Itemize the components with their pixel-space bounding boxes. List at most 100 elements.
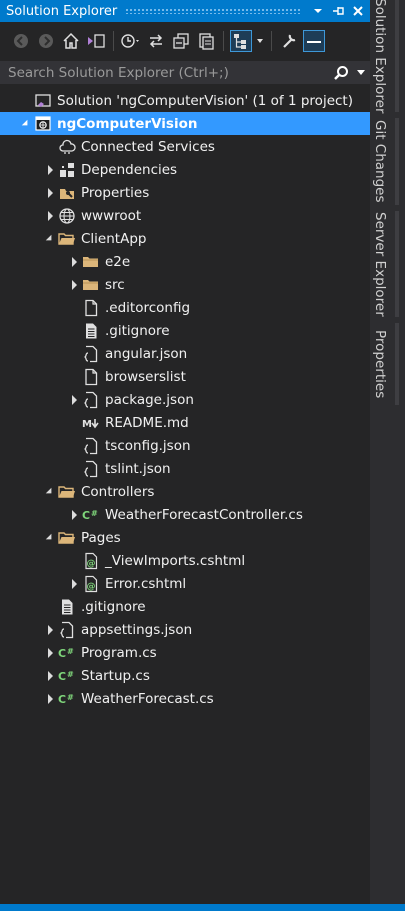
- title-bar[interactable]: Solution Explorer: [0, 0, 370, 22]
- show-all-files-button[interactable]: [195, 30, 217, 52]
- side-tab-solution-explorer[interactable]: Solution Explorer: [370, 0, 399, 114]
- tree-item-label: Solution 'ngComputerVision' (1 of 1 proj…: [57, 92, 353, 109]
- collapse-arrow-icon[interactable]: [42, 231, 58, 247]
- expand-arrow-icon[interactable]: [66, 392, 82, 408]
- window-options-button[interactable]: [310, 3, 326, 19]
- expand-arrow-icon[interactable]: [42, 645, 58, 661]
- svg-text:C: C: [58, 693, 66, 706]
- tree-view-toggle-button[interactable]: [230, 30, 252, 52]
- switch-views-button[interactable]: [85, 30, 107, 52]
- tree-item-label: Connected Services: [81, 138, 215, 155]
- tree-item[interactable]: package.json: [0, 388, 370, 411]
- expand-arrow-icon[interactable]: [42, 162, 58, 178]
- side-tab-git-changes[interactable]: Git Changes: [370, 118, 399, 205]
- pending-changes-filter-button[interactable]: [120, 30, 142, 52]
- expand-arrow-icon[interactable]: [42, 185, 58, 201]
- tree-item[interactable]: tslint.json: [0, 457, 370, 480]
- dependencies-icon: [58, 161, 76, 179]
- tree-item[interactable]: e2e: [0, 250, 370, 273]
- tree-item-label: e2e: [105, 253, 131, 270]
- side-tab-server-explorer[interactable]: Server Explorer: [370, 211, 399, 317]
- expand-arrow-icon[interactable]: [66, 277, 82, 293]
- toolbar: [0, 26, 370, 56]
- tree-item[interactable]: ClientApp: [0, 227, 370, 250]
- properties-button[interactable]: [278, 30, 300, 52]
- json-icon: [82, 391, 100, 409]
- tree-item[interactable]: wwwroot: [0, 204, 370, 227]
- tree-item-label: src: [105, 276, 125, 293]
- svg-text:#: #: [67, 647, 74, 656]
- expand-arrow-icon[interactable]: [42, 208, 58, 224]
- home-icon: [63, 32, 79, 49]
- search-options-button[interactable]: [352, 69, 370, 76]
- side-tab-indicator: [395, 323, 399, 405]
- tree-item[interactable]: Properties: [0, 181, 370, 204]
- tree-item[interactable]: tsconfig.json: [0, 434, 370, 457]
- expand-arrow-icon[interactable]: [66, 576, 82, 592]
- back-button[interactable]: [10, 30, 32, 52]
- expand-arrow-icon[interactable]: [66, 507, 82, 523]
- tree-item[interactable]: C # Program.cs: [0, 641, 370, 664]
- expand-arrow-icon[interactable]: [42, 668, 58, 684]
- switch-views-icon: [88, 34, 105, 48]
- preview-selected-items-button[interactable]: [303, 30, 325, 52]
- collapse-arrow-icon[interactable]: [42, 484, 58, 500]
- expand-arrow-icon[interactable]: [42, 691, 58, 707]
- tree-item[interactable]: Controllers: [0, 480, 370, 503]
- file-icon: [82, 368, 100, 386]
- tree-item[interactable]: .editorconfig: [0, 296, 370, 319]
- expand-arrow-icon[interactable]: [66, 254, 82, 270]
- solution-tree: Solution 'ngComputerVision' (1 of 1 proj…: [0, 89, 370, 710]
- tree-item[interactable]: @ Error.cshtml: [0, 572, 370, 595]
- side-tab-label: Server Explorer: [372, 211, 388, 317]
- collapse-arrow-icon[interactable]: [18, 116, 34, 132]
- tree-item[interactable]: M README.md: [0, 411, 370, 434]
- search-input[interactable]: [0, 61, 330, 84]
- close-button[interactable]: [350, 3, 366, 19]
- tree-item[interactable]: C # Startup.cs: [0, 664, 370, 687]
- tree-item[interactable]: @ _ViewImports.cshtml: [0, 549, 370, 572]
- tree-item[interactable]: Solution 'ngComputerVision' (1 of 1 proj…: [0, 89, 370, 112]
- expand-arrow-icon[interactable]: [42, 622, 58, 638]
- tree-item[interactable]: ngComputerVision: [0, 112, 370, 135]
- forward-arrow-icon: [39, 34, 53, 48]
- tree-item[interactable]: angular.json: [0, 342, 370, 365]
- forward-button[interactable]: [35, 30, 57, 52]
- tree-item[interactable]: C # WeatherForecastController.cs: [0, 503, 370, 526]
- side-tab-indicator: [395, 211, 399, 317]
- tree-item[interactable]: C # WeatherForecast.cs: [0, 687, 370, 710]
- svg-text:@: @: [87, 582, 96, 592]
- razor-icon: @: [82, 575, 100, 593]
- tree-view-dropdown-button[interactable]: [255, 30, 265, 52]
- side-tab-label: Solution Explorer: [372, 0, 388, 114]
- tree-item[interactable]: Dependencies: [0, 158, 370, 181]
- side-tab-properties[interactable]: Properties: [370, 323, 399, 405]
- tree-item[interactable]: .gitignore: [0, 595, 370, 618]
- solution-icon: [34, 92, 52, 110]
- tree-item-label: tsconfig.json: [105, 437, 191, 454]
- tree-item[interactable]: Pages: [0, 526, 370, 549]
- tree-item[interactable]: .gitignore: [0, 319, 370, 342]
- search-button[interactable]: [330, 65, 352, 81]
- tree-item[interactable]: src: [0, 273, 370, 296]
- home-button[interactable]: [60, 30, 82, 52]
- pin-button[interactable]: [330, 3, 346, 19]
- tree-item-label: .gitignore: [81, 598, 146, 615]
- tree-item[interactable]: Connected Services: [0, 135, 370, 158]
- tree-item[interactable]: browserslist: [0, 365, 370, 388]
- tree-item-label: Error.cshtml: [105, 575, 187, 592]
- globe-icon: [58, 207, 76, 225]
- tree-item-label: .editorconfig: [105, 299, 191, 316]
- tree-item-label: wwwroot: [81, 207, 142, 224]
- drag-grip[interactable]: [125, 8, 302, 14]
- collapse-all-button[interactable]: [170, 30, 192, 52]
- tree-item[interactable]: appsettings.json: [0, 618, 370, 641]
- web-project-icon: [34, 115, 52, 133]
- collapse-arrow-icon[interactable]: [42, 530, 58, 546]
- tree-item-label: WeatherForecastController.cs: [105, 506, 303, 523]
- sync-active-document-button[interactable]: [145, 30, 167, 52]
